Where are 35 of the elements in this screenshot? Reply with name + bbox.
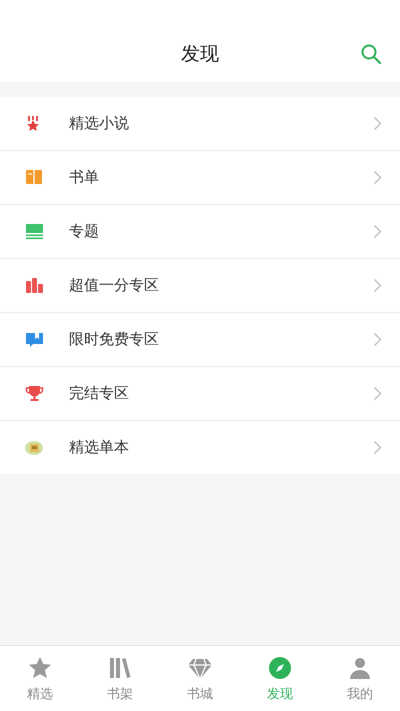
menu-item[interactable]: 精选单本 <box>0 421 400 474</box>
chevron-right-icon <box>373 332 382 347</box>
chevron-right-icon <box>373 170 382 185</box>
trophy-icon <box>25 384 44 403</box>
tab[interactable]: 精选 <box>0 646 80 711</box>
compass-icon <box>267 654 293 680</box>
page-title: 发现 <box>180 42 220 66</box>
menu-item[interactable]: 完结专区 <box>0 367 400 421</box>
menu-item-label: 书单 <box>69 168 100 187</box>
menu-item[interactable]: 专题 <box>0 205 400 259</box>
menu-item-label: 超值一分专区 <box>69 276 160 295</box>
chevron-right-icon <box>373 278 382 293</box>
menu-item-label: 精选小说 <box>69 114 130 133</box>
menu-item[interactable]: 精选小说 <box>0 97 400 151</box>
bookmark-icon <box>25 330 44 349</box>
tab[interactable]: 我的 <box>320 646 400 711</box>
search-icon[interactable] <box>360 42 382 64</box>
menu-item[interactable]: 限时免费专区 <box>0 313 400 367</box>
chevron-right-icon <box>373 116 382 131</box>
menu-item[interactable]: 书单 <box>0 151 400 205</box>
chevron-right-icon <box>373 224 382 239</box>
menu-item-label: 完结专区 <box>69 384 130 403</box>
star-icon <box>27 654 53 680</box>
menu-item[interactable]: 超值一分专区 <box>0 259 400 313</box>
package-icon <box>25 438 44 457</box>
chevron-right-icon <box>373 440 382 455</box>
stack-icon <box>25 222 44 241</box>
menu-item-label: 限时免费专区 <box>69 330 160 349</box>
menu-item-label: 精选单本 <box>69 438 130 457</box>
menu-item-label: 专题 <box>69 222 100 241</box>
tab[interactable]: 书城 <box>160 646 240 711</box>
tab[interactable]: 书架 <box>80 646 160 711</box>
chevron-right-icon <box>373 386 382 401</box>
books-icon <box>25 276 44 295</box>
book-icon <box>25 168 44 187</box>
